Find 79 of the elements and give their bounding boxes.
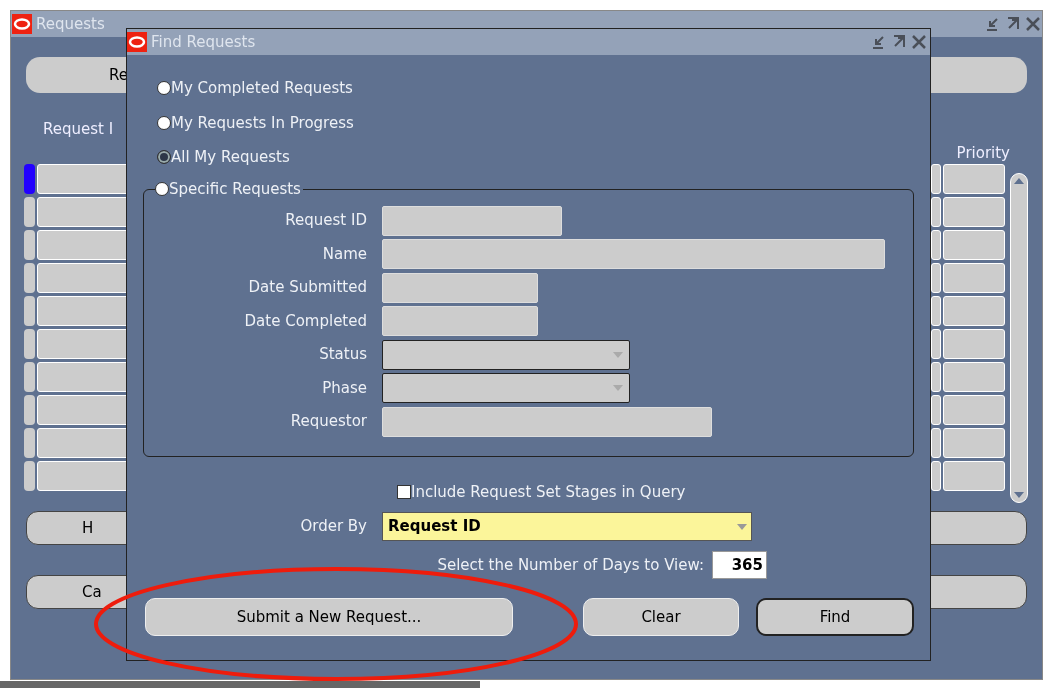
table-cell[interactable] bbox=[931, 230, 941, 260]
scroll-up-icon[interactable] bbox=[1014, 178, 1024, 184]
record-indicator[interactable] bbox=[24, 329, 35, 359]
table-cell[interactable] bbox=[931, 395, 941, 425]
input-field[interactable] bbox=[382, 272, 538, 303]
radio-button[interactable] bbox=[155, 181, 169, 196]
table-cell[interactable] bbox=[943, 329, 1005, 359]
dropdown-arrow-icon bbox=[737, 523, 747, 530]
record-indicator[interactable] bbox=[24, 197, 35, 227]
record-indicator[interactable] bbox=[24, 164, 35, 194]
record-indicator[interactable] bbox=[24, 428, 35, 458]
table-cell[interactable] bbox=[931, 296, 941, 326]
field-label: Name bbox=[321, 243, 368, 265]
checkbox[interactable] bbox=[397, 484, 411, 499]
record-indicator[interactable] bbox=[24, 296, 35, 326]
table-cell[interactable] bbox=[943, 263, 1005, 293]
table-cell[interactable] bbox=[943, 461, 1005, 491]
table-cell[interactable] bbox=[943, 428, 1005, 458]
table-cell[interactable] bbox=[931, 362, 941, 392]
window-title: Requests bbox=[36, 13, 106, 35]
scroll-down-icon[interactable] bbox=[1014, 492, 1024, 498]
record-indicator[interactable] bbox=[24, 395, 35, 425]
radio-label[interactable]: My Completed Requests bbox=[171, 77, 353, 100]
column-header: Request I bbox=[43, 119, 114, 140]
dropdown-field[interactable] bbox=[382, 373, 630, 403]
table-cell[interactable] bbox=[931, 329, 941, 359]
record-indicator[interactable] bbox=[24, 461, 35, 491]
dropdown-arrow-icon bbox=[613, 351, 623, 358]
app-logo-icon bbox=[127, 32, 147, 52]
record-indicator[interactable] bbox=[24, 362, 35, 392]
radio-label[interactable]: All My Requests bbox=[171, 146, 290, 169]
table-cell[interactable] bbox=[931, 164, 941, 194]
field-label: Order By bbox=[299, 516, 368, 538]
table-cell[interactable] bbox=[931, 461, 941, 491]
table-cell[interactable] bbox=[943, 164, 1005, 194]
input-field[interactable] bbox=[382, 239, 885, 269]
checkbox-label[interactable]: Include Request Set Stages in Query bbox=[411, 480, 686, 503]
field-label: Date Completed bbox=[243, 310, 368, 332]
input-field[interactable] bbox=[382, 306, 538, 336]
table-cell[interactable] bbox=[943, 395, 1005, 425]
record-indicator[interactable] bbox=[24, 230, 35, 260]
table-cell[interactable] bbox=[931, 428, 941, 458]
close-icon[interactable] bbox=[911, 34, 927, 50]
record-indicator[interactable] bbox=[24, 263, 35, 293]
table-cell[interactable] bbox=[931, 263, 941, 293]
radio-label[interactable]: My Requests In Progress bbox=[171, 111, 354, 134]
table-cell[interactable] bbox=[943, 362, 1005, 392]
radio-button[interactable] bbox=[157, 115, 171, 130]
order-by-dropdown[interactable]: Request ID bbox=[382, 512, 752, 541]
radio-button[interactable] bbox=[157, 81, 171, 96]
vertical-scrollbar[interactable] bbox=[1010, 173, 1028, 503]
dropdown-arrow-icon bbox=[613, 385, 623, 391]
field-label: Status bbox=[318, 344, 368, 366]
close-icon[interactable] bbox=[1025, 16, 1041, 32]
field-label: Select the Number of Days to View: bbox=[437, 554, 705, 576]
maximize-icon[interactable] bbox=[1005, 16, 1021, 32]
minimize-icon[interactable] bbox=[871, 34, 887, 50]
field-label: Phase bbox=[321, 377, 368, 399]
dialog-button[interactable]: Submit a New Request... bbox=[145, 598, 513, 636]
radio-button[interactable] bbox=[157, 150, 171, 165]
field-label: Date Submitted bbox=[247, 277, 368, 299]
table-cell[interactable] bbox=[943, 197, 1005, 227]
dialog-button[interactable]: Clear bbox=[583, 598, 739, 636]
input-field[interactable] bbox=[382, 205, 562, 236]
app-logo-icon bbox=[12, 14, 32, 34]
table-cell[interactable] bbox=[943, 296, 1005, 326]
maximize-icon[interactable] bbox=[891, 34, 907, 50]
radio-label[interactable]: Specific Requests bbox=[169, 177, 301, 200]
column-header: Priority bbox=[956, 143, 1010, 163]
field-label: Requestor bbox=[289, 411, 368, 433]
minimize-icon[interactable] bbox=[985, 16, 1001, 32]
dropdown-field[interactable] bbox=[382, 339, 630, 370]
table-cell[interactable] bbox=[931, 197, 941, 227]
table-cell[interactable] bbox=[943, 230, 1005, 260]
dialog-button[interactable]: Find bbox=[756, 598, 914, 636]
input-field[interactable] bbox=[382, 406, 712, 437]
dialog-title: Find Requests bbox=[151, 31, 257, 53]
input-field[interactable]: 365 bbox=[712, 551, 767, 579]
field-label: Request ID bbox=[284, 210, 368, 232]
